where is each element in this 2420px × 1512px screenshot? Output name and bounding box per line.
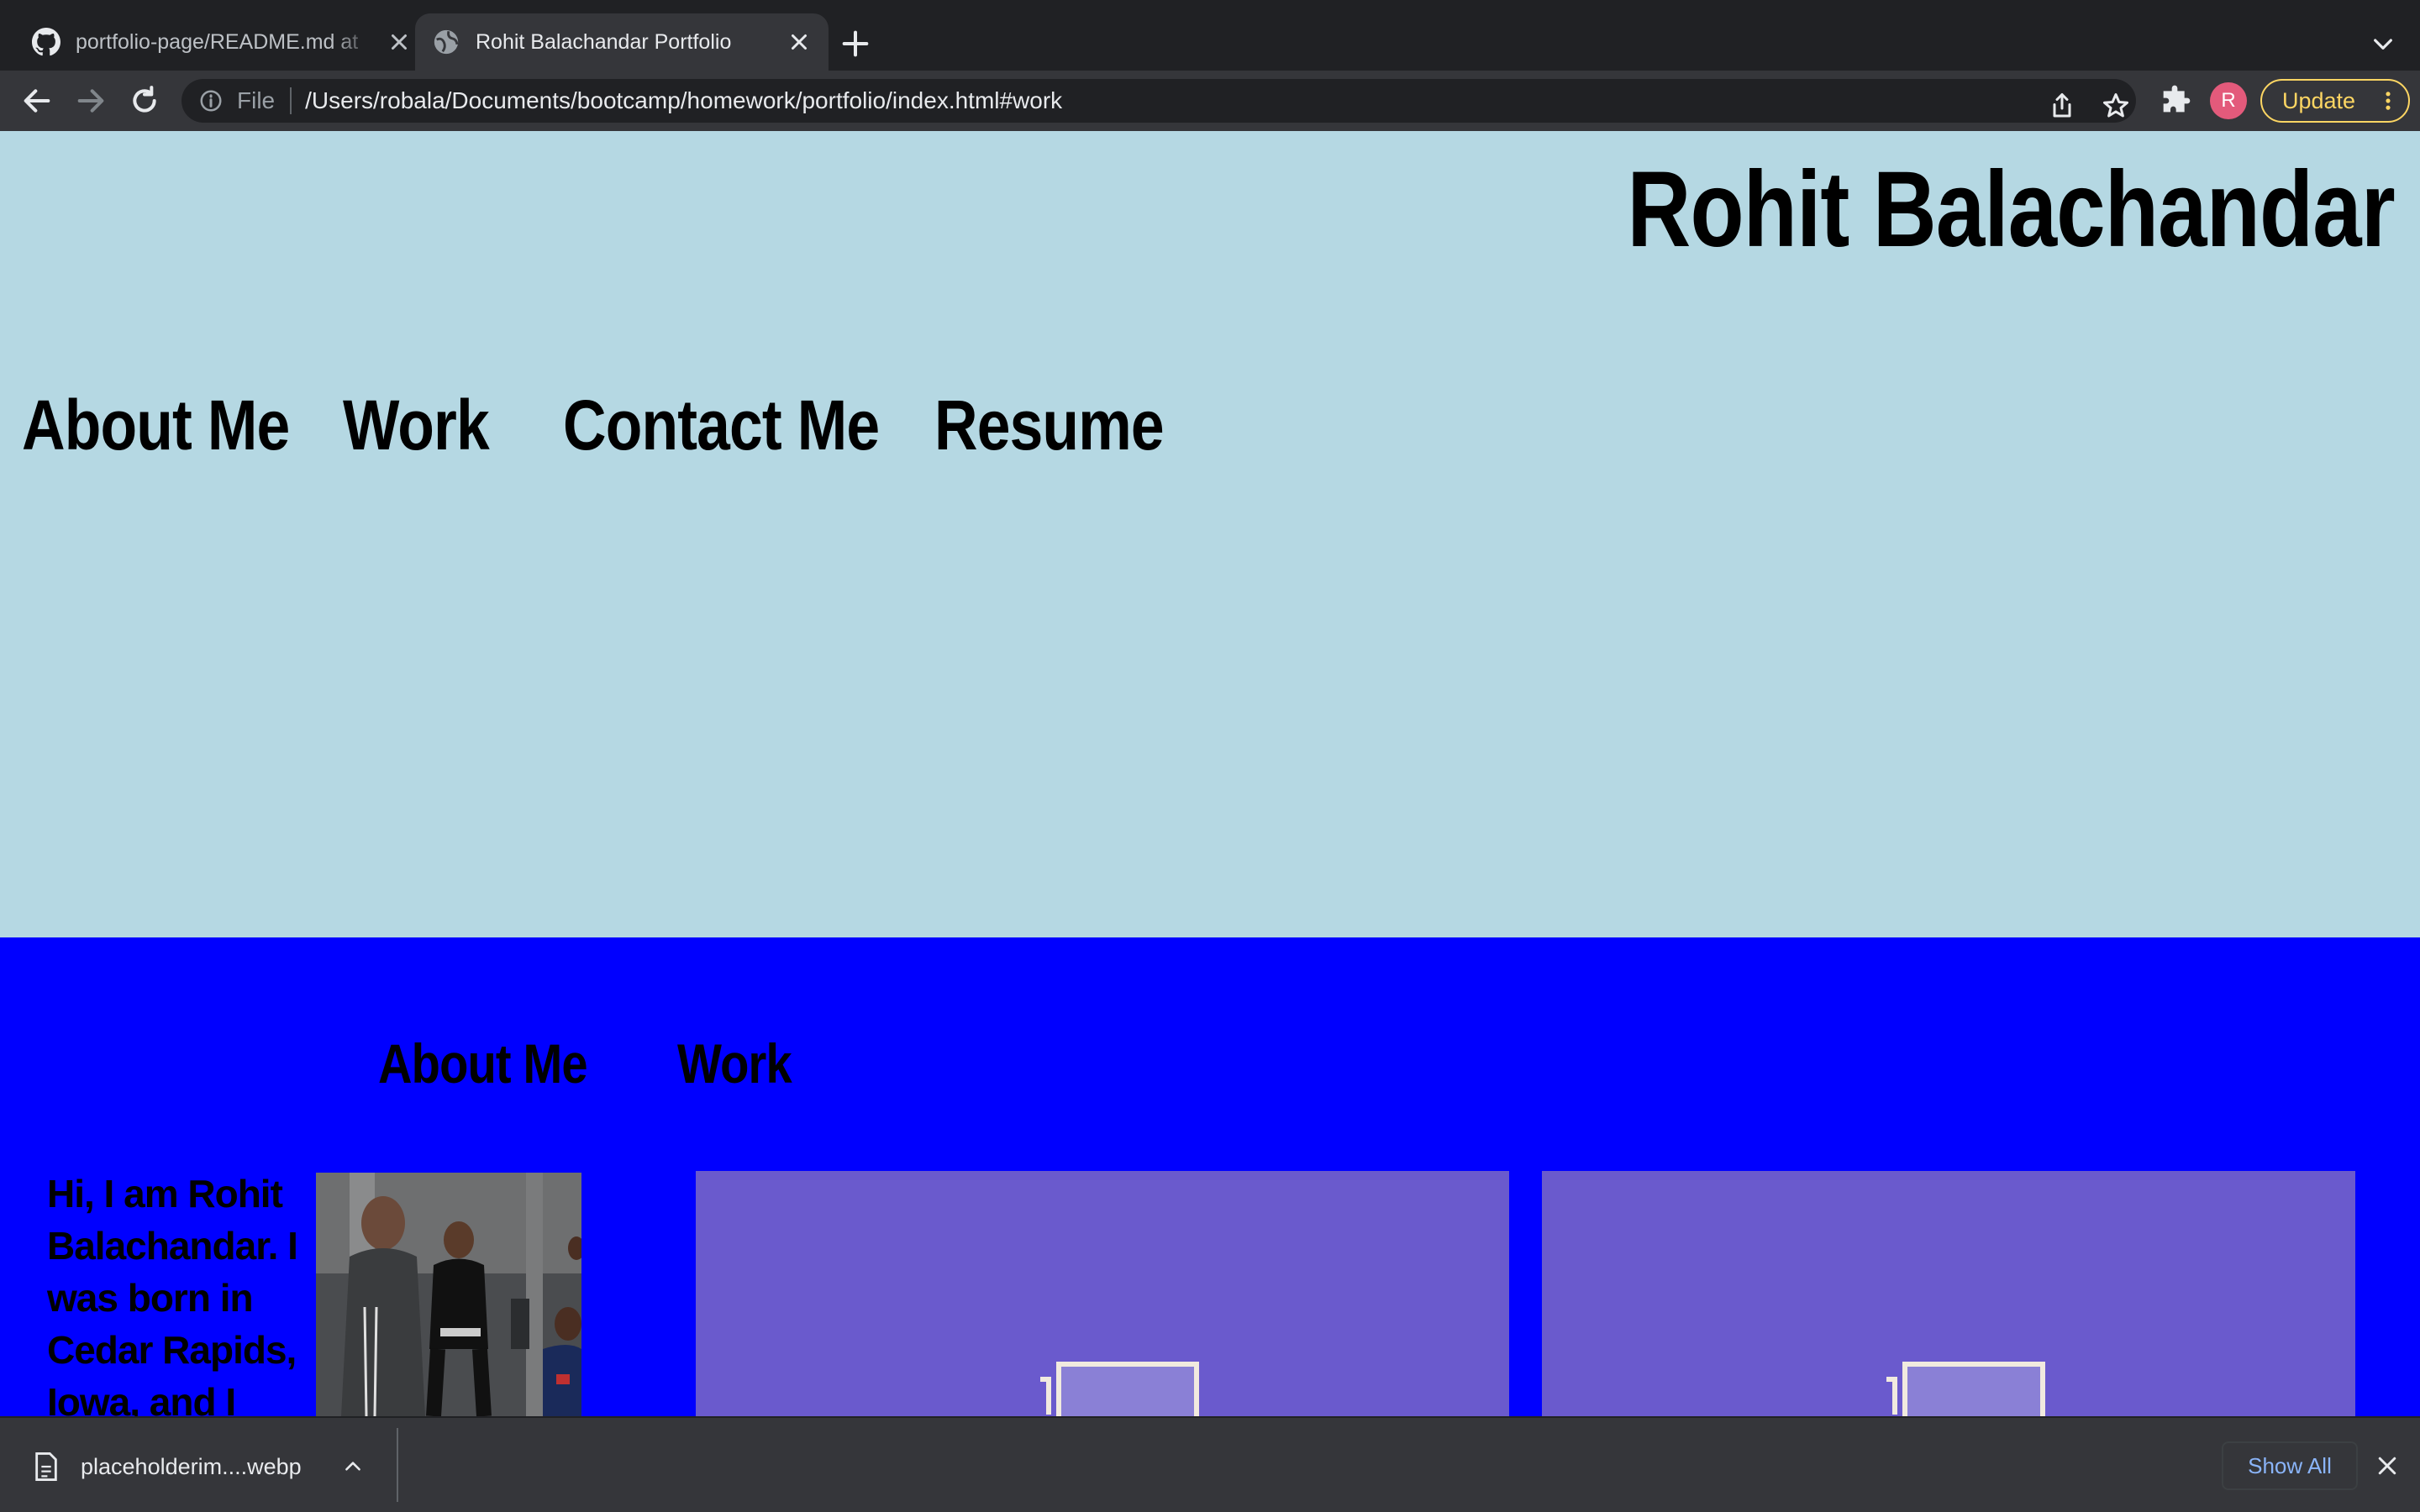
nav-link-work[interactable]: Work <box>343 385 490 466</box>
share-icon[interactable] <box>2047 91 2077 121</box>
tab-strip: portfolio-page/README.md at Rohit Balach… <box>0 0 2420 71</box>
tab-title: portfolio-page/README.md at <box>76 29 359 54</box>
close-icon[interactable] <box>786 29 812 55</box>
github-icon <box>32 28 60 56</box>
download-file-name: placeholderim....webp <box>81 1453 302 1479</box>
chevron-down-icon[interactable] <box>2370 30 2396 57</box>
work-card-2[interactable] <box>1542 1171 2355 1416</box>
work-card-1[interactable] <box>696 1171 1509 1416</box>
about-me-heading: About Me <box>378 1032 588 1095</box>
image-placeholder-icon <box>1886 1362 2045 1416</box>
back-arrow-icon[interactable] <box>20 84 54 118</box>
forward-arrow-icon[interactable] <box>74 84 108 118</box>
more-vertical-icon <box>2386 92 2391 110</box>
url-text[interactable]: /Users/robala/Documents/bootcamp/homewor… <box>305 87 1062 114</box>
close-icon[interactable] <box>387 29 412 55</box>
avatar[interactable]: R <box>2210 82 2247 119</box>
tab-portfolio[interactable]: Rohit Balachandar Portfolio <box>415 13 829 71</box>
extensions-puzzle-icon[interactable] <box>2158 84 2191 118</box>
page-viewport: Rohit Balachandar About Me Work Contact … <box>0 131 2420 1416</box>
nav-link-resume[interactable]: Resume <box>934 385 1165 466</box>
file-icon <box>35 1452 57 1481</box>
image-placeholder-icon <box>1040 1362 1199 1416</box>
site-title: Rohit Balachandar <box>1627 150 2396 270</box>
work-heading: Work <box>677 1032 792 1095</box>
close-icon[interactable] <box>2375 1453 2400 1478</box>
divider <box>290 87 292 114</box>
reload-icon[interactable] <box>128 84 161 118</box>
address-bar[interactable]: File /Users/robala/Documents/bootcamp/ho… <box>182 79 2136 123</box>
browser-toolbar: File /Users/robala/Documents/bootcamp/ho… <box>0 71 2420 131</box>
about-me-text: Hi, I am Rohit Balachandar. I was born i… <box>47 1172 298 1416</box>
globe-icon <box>434 29 459 55</box>
update-label: Update <box>2282 87 2356 113</box>
new-tab-plus-icon[interactable] <box>839 27 872 60</box>
nav-link-about-me[interactable]: About Me <box>22 385 290 466</box>
bookmark-star-icon[interactable] <box>2101 91 2131 121</box>
tab-title: Rohit Balachandar Portfolio <box>476 29 732 54</box>
divider <box>397 1428 398 1502</box>
download-item[interactable]: placeholderim....webp <box>34 1441 364 1492</box>
top-nav: About Me Work Contact Me Resume <box>22 385 1230 466</box>
chevron-up-icon[interactable] <box>342 1456 364 1478</box>
show-all-button[interactable]: Show All <box>2222 1441 2358 1490</box>
update-button[interactable]: Update <box>2260 79 2410 123</box>
photo-image <box>316 1173 581 1416</box>
tab-readme[interactable]: portfolio-page/README.md at <box>15 13 429 71</box>
info-icon[interactable] <box>198 88 224 113</box>
download-shelf: placeholderim....webp Show All <box>0 1416 2420 1512</box>
hero-header: Rohit Balachandar About Me Work Contact … <box>0 131 2420 937</box>
profile-photo <box>316 1173 581 1416</box>
url-scheme-label: File <box>237 87 276 113</box>
nav-link-contact-me[interactable]: Contact Me <box>563 385 880 466</box>
